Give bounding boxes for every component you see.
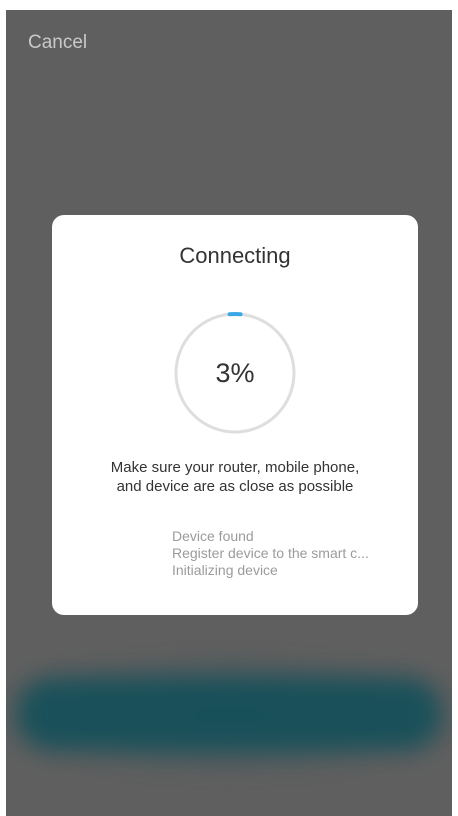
dialog-title: Connecting bbox=[179, 243, 291, 268]
progress-percent: 3% bbox=[215, 358, 255, 388]
step-item: Device found bbox=[172, 528, 254, 544]
step-item: Initializing device bbox=[172, 562, 278, 578]
proximity-hint: Make sure your router, mobile phone, and… bbox=[72, 458, 398, 496]
connecting-dialog: Connecting 3% Make sure your router, mob… bbox=[52, 215, 418, 615]
progress-steps: Device found Register device to the smar… bbox=[172, 528, 397, 579]
blurred-background-button bbox=[16, 678, 442, 750]
proximity-hint-line-2: and device are as close as possible bbox=[116, 478, 354, 495]
pairing-screen: Cancel Connecting 3% Make sure your rout… bbox=[6, 10, 452, 816]
cancel-button[interactable]: Cancel bbox=[28, 32, 87, 54]
step-item: Register device to the smart c... bbox=[172, 545, 369, 561]
proximity-hint-line-1: Make sure your router, mobile phone, bbox=[110, 459, 360, 476]
